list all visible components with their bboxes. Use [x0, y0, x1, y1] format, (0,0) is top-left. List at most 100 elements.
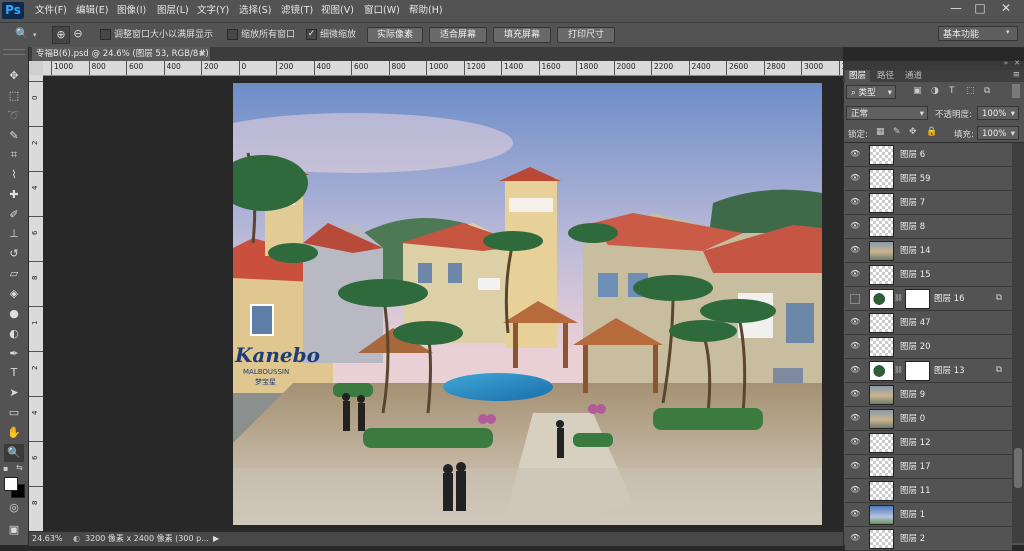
workspace-switcher[interactable]: 基本功能 ▾: [938, 26, 1018, 41]
layer-thumbnail[interactable]: [869, 241, 894, 261]
swap-colors-icon[interactable]: ⇆: [16, 463, 23, 472]
actual-pixels-button[interactable]: 实际像素: [367, 27, 423, 43]
path-selection-tool-icon[interactable]: ➤: [4, 384, 24, 402]
layer-row[interactable]: 👁 图层 20: [845, 335, 1012, 359]
visibility-eye-icon[interactable]: 👁: [850, 173, 860, 183]
marquee-tool-icon[interactable]: ⬚: [4, 87, 24, 105]
layer-name[interactable]: 图层 12: [900, 436, 931, 448]
quick-selection-tool-icon[interactable]: ✎: [4, 127, 24, 145]
layer-row[interactable]: 👁 图层 6: [845, 143, 1012, 167]
status-info-icon[interactable]: ◐: [73, 532, 80, 546]
layer-mask-thumbnail[interactable]: [905, 361, 930, 381]
move-tool-icon[interactable]: ✥: [4, 67, 24, 85]
zoom-tool-icon[interactable]: 🔍: [4, 444, 24, 462]
visibility-eye-icon[interactable]: 👁: [850, 365, 860, 375]
tab-paths[interactable]: 路径: [873, 70, 898, 82]
vertical-ruler[interactable]: 0 2 4 6 8 1 2 4 6 8: [29, 75, 44, 531]
layers-scrollbar[interactable]: [1012, 143, 1024, 543]
layer-thumbnail[interactable]: [869, 169, 894, 189]
document-image[interactable]: Kanebo MALBOUSSIN 梦宝星: [233, 83, 822, 525]
layer-thumbnail[interactable]: [869, 505, 894, 525]
layer-thumbnail[interactable]: [869, 385, 894, 405]
opacity-input[interactable]: 100% ▾: [977, 106, 1019, 120]
layer-thumbnail[interactable]: [869, 457, 894, 477]
layer-row[interactable]: 👁 图层 59: [845, 167, 1012, 191]
close-panel-icon[interactable]: ✕: [1014, 59, 1020, 67]
layer-filter-dropdown[interactable]: ⌕ 类型 ▾: [846, 85, 896, 99]
visibility-eye-icon[interactable]: 👁: [850, 149, 860, 159]
lock-image-icon[interactable]: ✎: [893, 127, 901, 137]
panel-header[interactable]: » ✕: [843, 59, 1024, 70]
menu-edit[interactable]: 编辑(E): [76, 0, 108, 22]
blend-mode-dropdown[interactable]: 正常 ▾: [846, 106, 928, 120]
layer-name[interactable]: 图层 2: [900, 532, 925, 544]
tab-channels[interactable]: 通道: [901, 70, 926, 82]
menu-help[interactable]: 帮助(H): [409, 0, 443, 22]
foreground-color-swatch[interactable]: [4, 477, 18, 491]
paint-bucket-tool-icon[interactable]: ◈: [4, 285, 24, 303]
layer-name[interactable]: 图层 9: [900, 388, 925, 400]
scrollbar-thumb[interactable]: [1014, 448, 1022, 488]
zoom-all-windows-checkbox[interactable]: [227, 29, 238, 40]
lock-position-icon[interactable]: ✥: [909, 127, 917, 137]
close-window-button[interactable]: ✕: [994, 0, 1018, 18]
layer-name[interactable]: 图层 11: [900, 484, 931, 496]
visibility-toggle-empty[interactable]: [850, 294, 860, 304]
layer-name[interactable]: 图层 47: [900, 316, 931, 328]
filter-pixel-icon[interactable]: ▣: [913, 86, 922, 96]
preset-dropdown-arrow-icon[interactable]: ▾: [33, 31, 37, 39]
fill-screen-button[interactable]: 填充屏幕: [493, 27, 551, 43]
layer-thumbnail[interactable]: [869, 313, 894, 333]
filter-shape-icon[interactable]: ⬚: [966, 86, 975, 96]
visibility-eye-icon[interactable]: 👁: [850, 509, 860, 519]
layer-row[interactable]: 👁 图层 47: [845, 311, 1012, 335]
mask-link-icon[interactable]: ⛓: [894, 366, 903, 374]
ruler-origin[interactable]: [29, 61, 43, 75]
blur-tool-icon[interactable]: ●: [4, 305, 24, 323]
lasso-tool-icon[interactable]: ➰: [4, 107, 24, 125]
print-size-button[interactable]: 打印尺寸: [557, 27, 615, 43]
layer-row[interactable]: 👁 图层 8: [845, 215, 1012, 239]
layer-thumbnail[interactable]: [869, 409, 894, 429]
panel-menu-icon[interactable]: ≡: [1012, 70, 1020, 80]
layer-thumbnail[interactable]: [869, 217, 894, 237]
lock-transparency-icon[interactable]: ▦: [876, 127, 885, 137]
visibility-eye-icon[interactable]: 👁: [850, 389, 860, 399]
menu-window[interactable]: 窗口(W): [364, 0, 400, 22]
toolbar-grip[interactable]: [3, 49, 25, 55]
history-brush-tool-icon[interactable]: ↺: [4, 245, 24, 263]
layer-row[interactable]: 👁 图层 9: [845, 383, 1012, 407]
menu-image[interactable]: 图像(I): [117, 0, 146, 22]
filter-adjustment-icon[interactable]: ◑: [931, 86, 939, 96]
layer-name[interactable]: 图层 15: [900, 268, 931, 280]
menu-layer[interactable]: 图层(L): [157, 0, 189, 22]
menu-filter[interactable]: 滤镜(T): [281, 0, 313, 22]
fill-input[interactable]: 100% ▾: [977, 126, 1019, 140]
screen-mode-icon[interactable]: ▣: [4, 521, 24, 539]
layer-name[interactable]: 图层 6: [900, 148, 925, 160]
healing-brush-tool-icon[interactable]: ✚: [4, 186, 24, 204]
layer-name[interactable]: 图层 7: [900, 196, 925, 208]
layer-thumbnail[interactable]: [869, 265, 894, 285]
visibility-eye-icon[interactable]: 👁: [850, 221, 860, 231]
layer-thumbnail[interactable]: [869, 289, 894, 309]
filter-type-icon[interactable]: T: [949, 86, 955, 96]
hand-tool-icon[interactable]: ✋: [4, 424, 24, 442]
lock-all-icon[interactable]: 🔒: [926, 127, 937, 137]
zoom-level[interactable]: 24.63%: [32, 532, 63, 546]
type-tool-icon[interactable]: T: [4, 364, 24, 382]
layer-row[interactable]: 👁 图层 11: [845, 479, 1012, 503]
layer-name[interactable]: 图层 16: [934, 292, 965, 304]
crop-tool-icon[interactable]: ⌗: [4, 146, 24, 164]
minimize-button[interactable]: —: [944, 0, 968, 18]
pen-tool-icon[interactable]: ✒: [4, 345, 24, 363]
visibility-eye-icon[interactable]: 👁: [850, 485, 860, 495]
menu-view[interactable]: 视图(V): [321, 0, 354, 22]
layer-row[interactable]: 👁 图层 7: [845, 191, 1012, 215]
layer-thumbnail[interactable]: [869, 529, 894, 549]
eraser-tool-icon[interactable]: ▱: [4, 265, 24, 283]
brush-tool-icon[interactable]: ✐: [4, 206, 24, 224]
mask-link-icon[interactable]: ⛓: [894, 294, 903, 302]
layer-name[interactable]: 图层 1: [900, 508, 925, 520]
layer-thumbnail[interactable]: [869, 337, 894, 357]
